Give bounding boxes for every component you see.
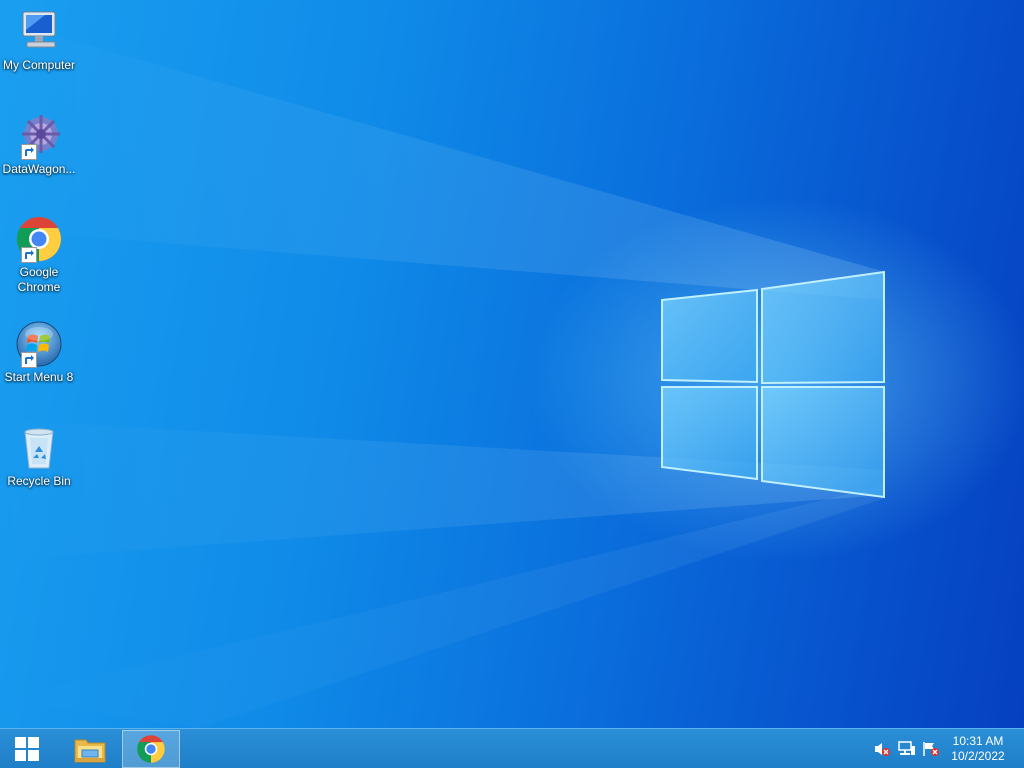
- chrome-icon: [137, 735, 165, 763]
- start-button[interactable]: [0, 730, 54, 768]
- chrome-icon: [15, 215, 63, 263]
- recycle-bin-icon: [15, 424, 63, 472]
- volume-muted-icon[interactable]: [873, 741, 891, 757]
- shortcut-arrow-icon: [21, 247, 37, 263]
- desktop-icon-start-menu-8[interactable]: Start Menu 8: [0, 320, 78, 385]
- taskbar-file-explorer[interactable]: [62, 730, 118, 768]
- computer-icon: [15, 8, 63, 56]
- desktop-icon-my-computer[interactable]: My Computer: [0, 8, 78, 73]
- shortcut-arrow-icon: [21, 144, 37, 160]
- file-explorer-icon: [74, 739, 106, 763]
- desktop-icon-label: Start Menu 8: [4, 370, 74, 384]
- clock-date: 10/2/2022: [951, 749, 1005, 763]
- taskbar: 10:31 AM 10/2/2022: [0, 728, 1024, 768]
- taskbar-google-chrome[interactable]: [122, 730, 180, 768]
- desktop-icon-label: My Computer: [2, 58, 76, 72]
- start-menu-8-icon: [15, 320, 63, 368]
- desktop-icon-label: DataWagon...: [2, 162, 76, 176]
- shortcut-arrow-icon: [21, 352, 37, 368]
- desktop[interactable]: My Computer DataWagon... Google Chrome S…: [0, 0, 1024, 728]
- desktop-icon-datawagon[interactable]: DataWagon...: [0, 112, 78, 177]
- action-center-icon[interactable]: [922, 741, 940, 757]
- desktop-icon-label: Recycle Bin: [7, 474, 71, 488]
- wallpaper: [0, 20, 885, 728]
- datawagon-icon: [15, 112, 63, 160]
- desktop-icon-google-chrome[interactable]: Google Chrome: [0, 215, 78, 295]
- clock-time: 10:31 AM: [952, 734, 1004, 748]
- windows-logo-graphic: [661, 270, 885, 499]
- windows-logo-icon: [15, 737, 39, 761]
- network-icon[interactable]: [898, 741, 916, 757]
- desktop-icon-recycle-bin[interactable]: Recycle Bin: [0, 424, 78, 489]
- system-clock[interactable]: 10:31 AM 10/2/2022: [946, 734, 1010, 764]
- desktop-icon-label: Google Chrome: [17, 265, 61, 294]
